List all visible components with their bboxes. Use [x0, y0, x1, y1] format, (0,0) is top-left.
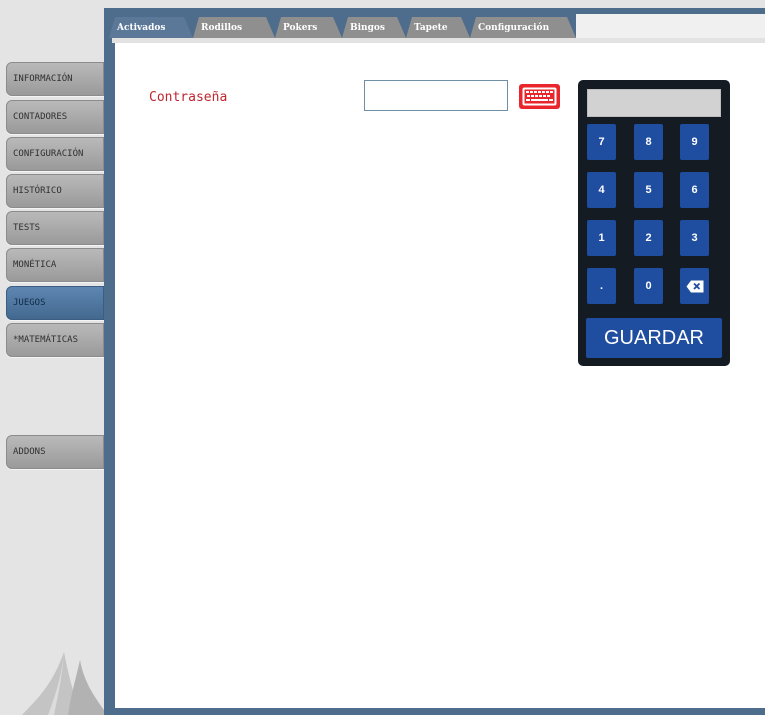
sidebar-item-label: ADDONS: [13, 447, 46, 457]
password-label: Contraseña: [149, 90, 228, 105]
password-input[interactable]: [364, 80, 508, 111]
sidebar-item-matematicas[interactable]: *MATEMÁTICAS: [6, 323, 104, 357]
sidebar-item-informacion[interactable]: INFORMACIÓN: [6, 62, 104, 96]
sidebar-item-label: JUEGOS: [13, 298, 46, 308]
key-backspace[interactable]: [680, 268, 709, 304]
sidebar-item-label: INFORMACIÓN: [13, 74, 73, 84]
tab-label: Configuración: [478, 22, 550, 33]
backspace-icon: [686, 280, 703, 292]
key-6[interactable]: 6: [680, 172, 709, 208]
sidebar-item-label: HISTÓRICO: [13, 186, 62, 196]
key-3[interactable]: 3: [680, 220, 709, 256]
main-frame: Activados Rodillos Pokers Bingos Tapete …: [104, 8, 765, 715]
key-decimal[interactable]: .: [587, 268, 616, 304]
tab-pokers[interactable]: Pokers: [275, 17, 342, 38]
tab-tapete[interactable]: Tapete: [406, 17, 470, 38]
key-8[interactable]: 8: [634, 124, 663, 160]
key-0[interactable]: 0: [634, 268, 663, 304]
sidebar-item-contadores[interactable]: CONTADORES: [6, 100, 104, 134]
sidebar-item-label: CONTADORES: [13, 112, 68, 122]
keypad-display: [587, 89, 721, 117]
content-panel: Contraseña 7 8 9 4 5 6 1 2 3 . 0 GUARDAR: [115, 43, 765, 708]
tab-activados[interactable]: Activados: [109, 17, 193, 38]
sidebar-item-monetica[interactable]: MONÉTICA: [6, 248, 104, 282]
key-9[interactable]: 9: [680, 124, 709, 160]
sidebar-item-tests[interactable]: TESTS: [6, 211, 104, 245]
tab-rodillos[interactable]: Rodillos: [193, 17, 275, 38]
sidebar-item-juegos[interactable]: JUEGOS: [6, 286, 104, 320]
sidebar-item-label: *MATEMÁTICAS: [13, 335, 79, 345]
tab-label: Rodillos: [201, 22, 243, 33]
tab-bingos[interactable]: Bingos: [342, 17, 406, 38]
key-2[interactable]: 2: [634, 220, 663, 256]
save-button[interactable]: GUARDAR: [586, 318, 722, 358]
numeric-keypad: 7 8 9 4 5 6 1 2 3 . 0 GUARDAR: [578, 80, 730, 366]
tab-label: Tapete: [414, 22, 448, 33]
tab-bar-fill: [576, 14, 765, 38]
key-5[interactable]: 5: [634, 172, 663, 208]
keyboard-icon: [522, 87, 557, 106]
key-4[interactable]: 4: [587, 172, 616, 208]
tab-label: Bingos: [350, 22, 385, 33]
key-1[interactable]: 1: [587, 220, 616, 256]
sidebar-item-addons[interactable]: ADDONS: [6, 435, 104, 469]
tab-label: Activados: [117, 22, 166, 33]
tab-configuracion[interactable]: Configuración: [470, 17, 576, 38]
key-7[interactable]: 7: [587, 124, 616, 160]
keyboard-button[interactable]: [519, 84, 560, 109]
sidebar-item-label: CONFIGURACIÓN: [13, 149, 84, 159]
tab-bar: Activados Rodillos Pokers Bingos Tapete …: [104, 8, 765, 38]
sidebar-item-label: TESTS: [13, 223, 41, 233]
tab-label: Pokers: [283, 22, 318, 33]
sidebar-item-historico[interactable]: HISTÓRICO: [6, 174, 104, 208]
sidebar-item-label: MONÉTICA: [13, 260, 57, 270]
brand-logo: [22, 652, 104, 715]
sidebar-nav: INFORMACIÓN CONTADORES CONFIGURACIÓN HIS…: [0, 0, 104, 715]
sidebar-item-configuracion[interactable]: CONFIGURACIÓN: [6, 137, 104, 171]
